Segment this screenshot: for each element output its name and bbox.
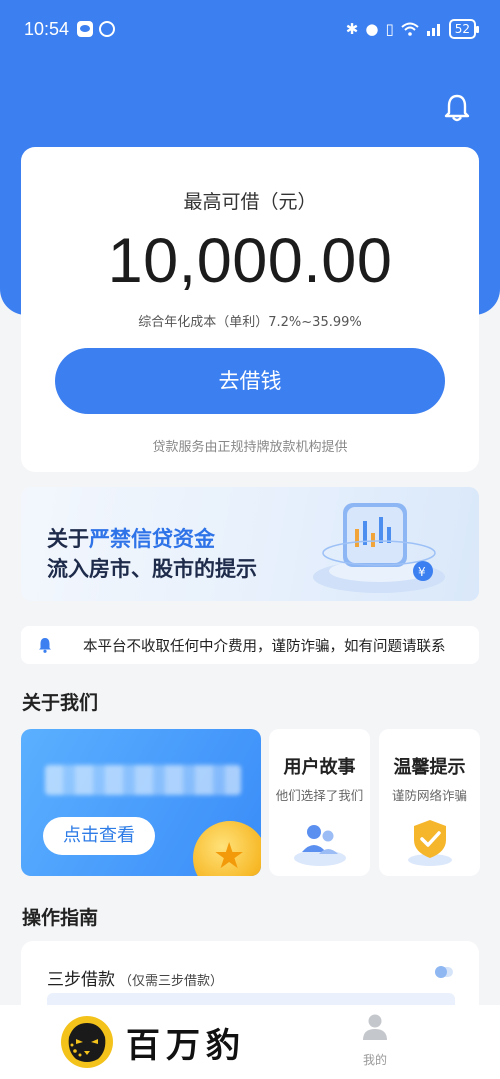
bottom-nav: 百万豹 我的 <box>0 1005 500 1079</box>
max-borrow-label: 最高可借（元） <box>183 191 317 213</box>
svg-text:¥: ¥ <box>418 565 426 579</box>
wifi-icon <box>401 22 419 36</box>
policy-banner[interactable]: 关于严禁信贷资金 流入房市、股市的提示 ¥ <box>21 487 479 601</box>
brand-name: 百万豹 <box>126 1025 246 1066</box>
bell-icon[interactable] <box>444 94 470 122</box>
nav-item-me[interactable]: 我的 <box>352 1013 398 1068</box>
toggle-icon[interactable] <box>435 966 453 978</box>
signal-icon <box>426 24 440 36</box>
notice-text: 本平台不收取任何中介费用，谨防诈骗，如有问题请联系 <box>83 638 446 655</box>
bell-icon <box>39 638 51 653</box>
banner-line-1: 关于严禁信贷资金 <box>47 527 215 551</box>
warm-tips-title: 温馨提示 <box>393 757 466 778</box>
banner-line-2: 流入房市、股市的提示 <box>47 557 257 581</box>
user-stories-card[interactable]: 用户故事 他们选择了我们 <box>269 729 370 876</box>
bluetooth-icon: ✱ <box>345 19 359 38</box>
annual-rate-text: 综合年化成本（单利）7.2%~35.99% <box>138 315 362 330</box>
shield-icon <box>407 820 452 866</box>
three-steps-title: 三步借款 （仅需三步借款） <box>47 970 224 990</box>
users-icon <box>293 825 346 866</box>
leopard-logo-icon <box>61 1016 113 1068</box>
max-borrow-amount: 10,000.00 <box>107 226 393 296</box>
blurred-content <box>45 765 241 795</box>
wechat-icon <box>77 21 94 37</box>
guide-section-title: 操作指南 <box>22 907 99 929</box>
notice-bar: 本平台不收取任何中介费用，谨防诈骗，如有问题请联系 <box>21 626 479 664</box>
location-icon: ● <box>365 19 379 38</box>
licensed-lender-note: 贷款服务由正规持牌放款机构提供 <box>152 440 348 455</box>
warm-tips-card[interactable]: 温馨提示 谨防网络诈骗 <box>379 729 480 876</box>
vibrate-icon: ▯ <box>385 19 394 38</box>
user-stories-title: 用户故事 <box>283 757 356 778</box>
alarm-icon <box>99 21 116 37</box>
coin-icon: ★ <box>193 821 261 876</box>
status-time: 10:54 <box>24 18 70 39</box>
view-details-button[interactable]: 点击查看 <box>43 817 155 855</box>
nav-item-me-label: 我的 <box>362 1053 387 1067</box>
loan-card: 最高可借（元） 10,000.00 综合年化成本（单利）7.2%~35.99% … <box>21 147 479 472</box>
about-section-title: 关于我们 <box>22 692 99 714</box>
about-us-card[interactable]: 点击查看 ★ <box>21 729 261 876</box>
battery-icon: 52 <box>448 19 480 39</box>
user-stories-subtitle: 他们选择了我们 <box>275 788 364 803</box>
borrow-button[interactable]: 去借钱 <box>55 348 445 414</box>
brand-logo[interactable]: 百万豹 <box>60 1015 246 1069</box>
stock-chart-illustration: ¥ <box>313 503 445 593</box>
user-icon <box>363 1014 387 1040</box>
three-steps-subtitle: （仅需三步借款） <box>119 974 224 989</box>
status-bar: 10:54 ✱ ● ▯ 52 <box>0 0 500 58</box>
warm-tips-subtitle: 谨防网络诈骗 <box>391 788 467 803</box>
